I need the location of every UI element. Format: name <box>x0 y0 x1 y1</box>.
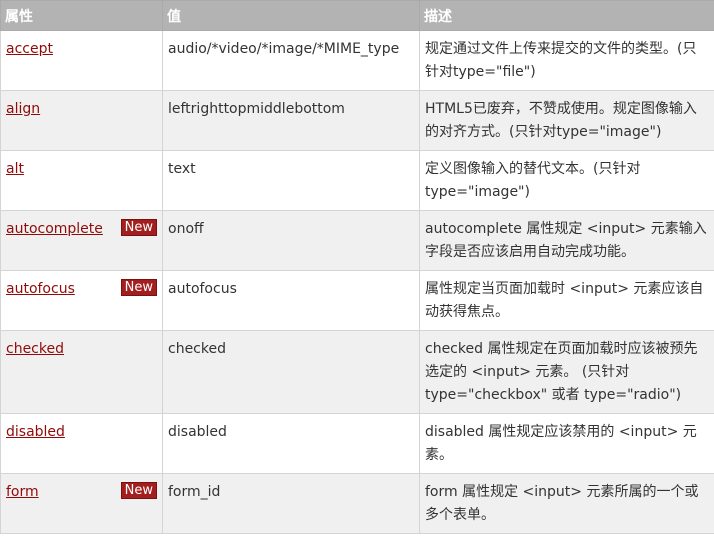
table-row: alt text 定义图像输入的替代文本。(只针对type="image") <box>0 150 714 211</box>
value-cell: disabled <box>162 413 420 474</box>
attribute-link-alt[interactable]: alt <box>6 161 24 177</box>
attribute-link-accept[interactable]: accept <box>6 41 53 57</box>
table-row: accept audio/*video/*image/*MIME_type 规定… <box>0 30 714 91</box>
attribute-link-align[interactable]: align <box>6 101 40 117</box>
value-cell: audio/*video/*image/*MIME_type <box>162 30 420 91</box>
attribute-link-checked[interactable]: checked <box>6 341 64 357</box>
attribute-cell: form New <box>0 473 163 534</box>
description-cell: disabled 属性规定应该禁用的 <input> 元素。 <box>419 413 714 474</box>
attribute-link-autocomplete[interactable]: autocomplete <box>6 221 103 237</box>
attribute-cell: align <box>0 90 163 151</box>
header-description: 描述 <box>419 0 714 31</box>
description-cell: 定义图像输入的替代文本。(只针对type="image") <box>419 150 714 211</box>
description-cell: autocomplete 属性规定 <input> 元素输入字段是否应该启用自动… <box>419 210 714 271</box>
table-row: disabled disabled disabled 属性规定应该禁用的 <in… <box>0 413 714 474</box>
attribute-cell: disabled <box>0 413 163 474</box>
value-cell: onoff <box>162 210 420 271</box>
description-cell-deprecated: HTML5已废弃，不赞成使用。规定图像输入的对齐方式。(只针对type="ima… <box>419 90 714 151</box>
description-cell: 规定通过文件上传来提交的文件的类型。(只针对type="file") <box>419 30 714 91</box>
attribute-cell: alt <box>0 150 163 211</box>
table-row: autocomplete New onoff autocomplete 属性规定 … <box>0 210 714 271</box>
new-badge: New <box>120 279 157 296</box>
attribute-cell: autofocus New <box>0 270 163 331</box>
attribute-cell: checked <box>0 330 163 414</box>
value-cell: form_id <box>162 473 420 534</box>
value-cell: autofocus <box>162 270 420 331</box>
attribute-table: 属性 值 描述 accept audio/*video/*image/*MIME… <box>0 0 714 534</box>
value-cell: checked <box>162 330 420 414</box>
description-cell: form 属性规定 <input> 元素所属的一个或多个表单。 <box>419 473 714 534</box>
header-value: 值 <box>162 0 420 31</box>
table-header-row: 属性 值 描述 <box>0 0 714 31</box>
attribute-cell: autocomplete New <box>0 210 163 271</box>
new-badge: New <box>120 482 157 499</box>
attribute-link-autofocus[interactable]: autofocus <box>6 281 75 297</box>
description-cell: 属性规定当页面加载时 <input> 元素应该自动获得焦点。 <box>419 270 714 331</box>
description-cell: checked 属性规定在页面加载时应该被预先选定的 <input> 元素。 (… <box>419 330 714 414</box>
table-row: align leftrighttopmiddlebottom HTML5已废弃，… <box>0 90 714 151</box>
table-row: form New form_id form 属性规定 <input> 元素所属的一… <box>0 473 714 534</box>
attribute-link-disabled[interactable]: disabled <box>6 424 65 440</box>
attribute-link-form[interactable]: form <box>6 484 39 500</box>
header-attribute: 属性 <box>0 0 163 31</box>
value-cell: text <box>162 150 420 211</box>
attribute-cell: accept <box>0 30 163 91</box>
table-row: checked checked checked 属性规定在页面加载时应该被预先选… <box>0 330 714 414</box>
value-cell: leftrighttopmiddlebottom <box>162 90 420 151</box>
table-row: autofocus New autofocus 属性规定当页面加载时 <input… <box>0 270 714 331</box>
new-badge: New <box>120 219 157 236</box>
